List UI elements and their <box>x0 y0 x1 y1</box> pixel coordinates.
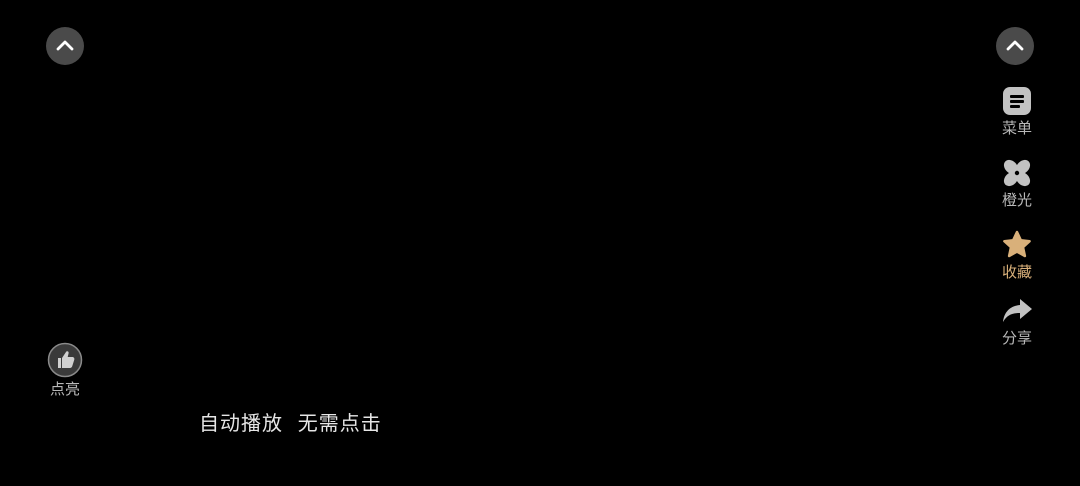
sidebar-item-chengguang[interactable]: 橙光 <box>987 156 1047 209</box>
menu-icon <box>1000 84 1034 118</box>
collapse-right-button[interactable] <box>996 27 1034 65</box>
sidebar-item-label: 橙光 <box>1001 191 1032 209</box>
collapse-left-button[interactable] <box>46 27 84 65</box>
autoplay-caption: 自动播放 无需点击 <box>199 411 382 435</box>
thumbs-up-icon <box>47 342 83 378</box>
like-label: 点亮 <box>49 380 80 398</box>
sidebar-item-favorite[interactable]: 收藏 <box>987 228 1047 281</box>
pinwheel-icon <box>1000 156 1034 190</box>
sidebar-item-menu[interactable]: 菜单 <box>987 84 1047 137</box>
sidebar-item-label: 分享 <box>1001 329 1032 347</box>
star-icon <box>1000 228 1034 262</box>
sidebar-item-label: 菜单 <box>1001 119 1032 137</box>
sidebar-item-label: 收藏 <box>1001 263 1032 281</box>
share-arrow-icon <box>1000 294 1034 328</box>
like-button[interactable]: 点亮 <box>35 342 95 398</box>
sidebar-item-share[interactable]: 分享 <box>987 294 1047 347</box>
chevron-up-icon <box>56 40 74 51</box>
chevron-up-icon <box>1006 40 1024 51</box>
